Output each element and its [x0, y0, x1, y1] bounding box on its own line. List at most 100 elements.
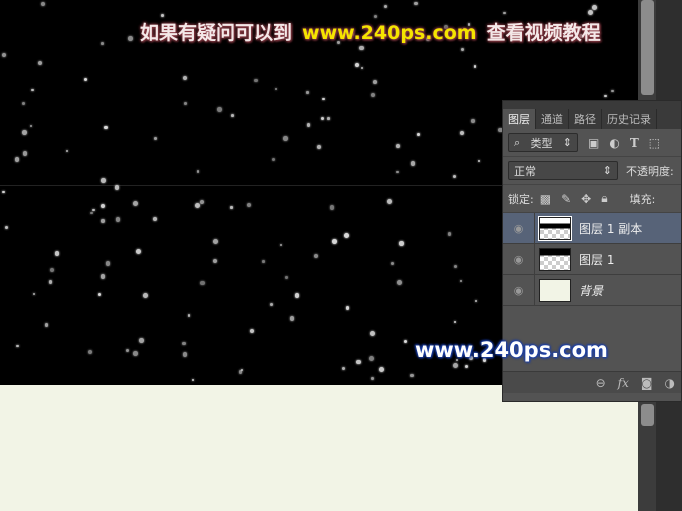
- snowflake: [83, 77, 88, 82]
- snowflake: [50, 267, 55, 272]
- type-filter-icon[interactable]: T: [630, 136, 639, 150]
- snowflake: [101, 178, 106, 183]
- link-icon[interactable]: ⊖: [596, 376, 606, 390]
- snowflake: [2, 190, 5, 194]
- mask-icon[interactable]: ◙: [641, 376, 653, 390]
- snowflake: [31, 88, 34, 92]
- layer-row[interactable]: ◉ 图层 1: [503, 244, 681, 275]
- scrollbar-thumb[interactable]: [641, 0, 654, 95]
- snowflake: [331, 239, 337, 244]
- snowflake: [199, 200, 205, 205]
- snowflake: [453, 320, 456, 324]
- snowflake: [329, 205, 335, 210]
- updown-icon: ⇕: [602, 164, 612, 177]
- snowflake: [387, 199, 392, 205]
- snowflake: [16, 344, 19, 348]
- snowflake: [604, 94, 607, 97]
- snowflake: [133, 351, 138, 356]
- snowflake: [317, 144, 322, 149]
- panel-footer: ⊖ fx ◙ ◑: [503, 371, 681, 393]
- snowflake: [191, 378, 195, 381]
- layer-row[interactable]: ◉ 图层 1 副本: [503, 213, 681, 244]
- snowflake: [369, 356, 375, 362]
- snowflake: [213, 258, 218, 263]
- snowflake: [417, 133, 420, 136]
- snowflake: [22, 151, 28, 157]
- scrollbar-thumb-lower[interactable]: [641, 404, 654, 426]
- blend-row: 正常 ⇕ 不透明度:: [503, 157, 681, 185]
- snowflake: [272, 157, 276, 161]
- updown-icon: ⇕: [562, 136, 572, 149]
- canvas-background-area: [0, 385, 638, 511]
- eye-icon[interactable]: ◉: [503, 213, 535, 243]
- snowflake: [410, 161, 416, 166]
- snowflake: [14, 157, 19, 162]
- tab-history[interactable]: 历史记录: [602, 109, 657, 129]
- snowflake: [238, 370, 243, 374]
- watermark: www.240ps.com: [415, 338, 608, 362]
- lock-move-icon[interactable]: ✥: [581, 192, 591, 206]
- blend-mode-select[interactable]: 正常 ⇕: [508, 161, 618, 180]
- filter-kind-select[interactable]: ⌕ 类型 ⇕: [508, 133, 578, 152]
- snowflake: [414, 1, 418, 6]
- snowflake: [404, 339, 408, 343]
- search-icon: ⌕: [514, 135, 521, 149]
- fill-label: 填充:: [629, 192, 656, 206]
- snowflake: [21, 101, 25, 105]
- snowflake: [294, 293, 299, 298]
- snowflake: [279, 243, 282, 246]
- image-filter-icon[interactable]: ▣: [588, 136, 599, 150]
- snowflake: [135, 249, 141, 255]
- snowflake: [216, 107, 222, 112]
- fx-icon[interactable]: fx: [618, 376, 629, 390]
- snowflake: [65, 150, 68, 153]
- adjustment-filter-icon[interactable]: ◐: [609, 136, 619, 150]
- snowflake: [459, 280, 462, 283]
- snowflake: [448, 232, 452, 236]
- layer-row[interactable]: ◉ 背景: [503, 275, 681, 306]
- snowflake: [453, 363, 459, 369]
- snowflake: [410, 373, 414, 378]
- snowflake: [321, 116, 325, 120]
- eye-icon[interactable]: ◉: [503, 244, 535, 274]
- snowflake: [183, 75, 188, 80]
- lock-paint-icon[interactable]: ✎: [561, 192, 571, 206]
- snowflake: [475, 299, 478, 302]
- snowflake: [370, 92, 376, 97]
- snowflake: [160, 13, 164, 17]
- snowflake: [461, 48, 465, 52]
- snowflake: [22, 129, 27, 135]
- tab-paths[interactable]: 路径: [569, 109, 602, 129]
- blend-mode-value: 正常: [514, 164, 536, 178]
- snowflake: [262, 260, 265, 263]
- snowflake: [187, 313, 191, 317]
- snowflake: [307, 123, 311, 127]
- snowflake: [92, 208, 95, 212]
- tab-channels[interactable]: 通道: [536, 109, 569, 129]
- tutorial-banner: 如果有疑问可以到 www.240ps.com 查看视频教程: [140, 18, 601, 45]
- snowflake: [104, 125, 109, 130]
- layer-name: 背景: [579, 283, 604, 298]
- snowflake: [197, 170, 200, 173]
- layer-thumbnail: [539, 278, 571, 302]
- lock-transparent-icon[interactable]: ▩: [540, 192, 551, 206]
- snowflake: [471, 119, 475, 123]
- banner-url: www.240ps.com: [302, 22, 477, 44]
- filter-kind-value: 类型: [530, 136, 553, 150]
- layer-name: 图层 1: [579, 252, 615, 267]
- snowflake: [473, 65, 476, 68]
- lock-all-icon[interactable]: 🔒︎: [601, 191, 607, 206]
- tab-layers[interactable]: 图层: [503, 109, 536, 129]
- snowflake: [314, 254, 319, 259]
- snowflake: [54, 251, 60, 256]
- adjustment-icon[interactable]: ◑: [665, 376, 675, 390]
- lock-label: 锁定:: [508, 192, 534, 206]
- snowflake: [396, 170, 399, 173]
- snowflake: [274, 87, 278, 91]
- shape-filter-icon[interactable]: ⬚: [649, 136, 660, 150]
- snowflake: [44, 323, 49, 327]
- eye-icon[interactable]: ◉: [503, 275, 535, 305]
- snowflake: [132, 200, 138, 206]
- snowflake: [115, 217, 121, 222]
- snowflake: [327, 117, 330, 120]
